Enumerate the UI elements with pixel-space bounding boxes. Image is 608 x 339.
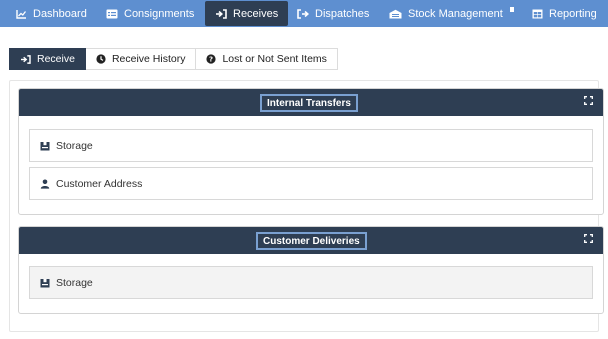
tab-receive-history[interactable]: Receive History xyxy=(85,48,197,70)
question-circle-icon: ? xyxy=(206,54,217,64)
panel-header: Customer Deliveries xyxy=(19,227,603,254)
list-item-storage[interactable]: Storage xyxy=(29,266,593,299)
box-icon xyxy=(40,278,50,287)
expand-icon[interactable] xyxy=(584,96,593,105)
tab-label: Lost or Not Sent Items xyxy=(222,53,327,65)
panel-title: Internal Transfers xyxy=(260,94,358,112)
user-icon xyxy=(40,179,50,189)
panel-internal-transfers: Internal Transfers Storage Customer Addr… xyxy=(18,88,604,215)
notification-dot xyxy=(509,7,514,12)
nav-item-label: Dispatches xyxy=(315,7,370,20)
tab-lost-or-not-sent[interactable]: ? Lost or Not Sent Items xyxy=(196,48,338,70)
nav-item-label: Receives xyxy=(233,7,279,20)
tab-label: Receive xyxy=(37,53,75,65)
nav-item-label: Consignments xyxy=(124,7,195,20)
sign-in-icon xyxy=(216,8,227,19)
table-icon xyxy=(532,9,543,18)
sign-in-icon xyxy=(21,54,31,64)
panel-header: Internal Transfers xyxy=(19,89,603,116)
panel-title: Customer Deliveries xyxy=(256,232,367,250)
nav-item-stock-management[interactable]: Stock Management xyxy=(389,0,514,27)
chart-line-icon xyxy=(16,9,27,19)
list-item-label: Customer Address xyxy=(56,177,143,190)
panel-customer-deliveries: Customer Deliveries Storage xyxy=(18,226,604,314)
list-item-storage[interactable]: Storage xyxy=(29,129,593,162)
box-icon xyxy=(40,141,50,150)
nav-item-reporting[interactable]: Reporting xyxy=(532,0,597,27)
list-card-icon xyxy=(106,9,118,18)
expand-icon[interactable] xyxy=(584,234,593,243)
nav-item-label: Stock Management xyxy=(408,7,503,20)
warehouse-icon xyxy=(389,9,402,18)
nav-item-consignments[interactable]: Consignments xyxy=(106,0,194,27)
tab-label: Receive History xyxy=(111,53,186,65)
svg-text:?: ? xyxy=(209,56,213,64)
list-item-label: Storage xyxy=(56,276,93,289)
clock-icon xyxy=(96,54,106,64)
list-item-label: Storage xyxy=(56,139,93,152)
list-item-customer-address[interactable]: Customer Address xyxy=(29,167,593,200)
tab-receive[interactable]: Receive xyxy=(9,48,86,70)
nav-item-dashboard[interactable]: Dashboard xyxy=(16,0,87,27)
nav-item-label: Reporting xyxy=(549,7,597,20)
top-navigation-bar: Dashboard Consignments Receives Dispatch… xyxy=(0,0,608,27)
nav-item-receives[interactable]: Receives xyxy=(205,1,289,26)
nav-item-label: Dashboard xyxy=(33,7,87,20)
receive-tabs: Receive Receive History ? Lost or Not Se… xyxy=(9,48,338,70)
sign-out-icon xyxy=(297,8,309,19)
nav-item-dispatches[interactable]: Dispatches xyxy=(297,0,369,27)
